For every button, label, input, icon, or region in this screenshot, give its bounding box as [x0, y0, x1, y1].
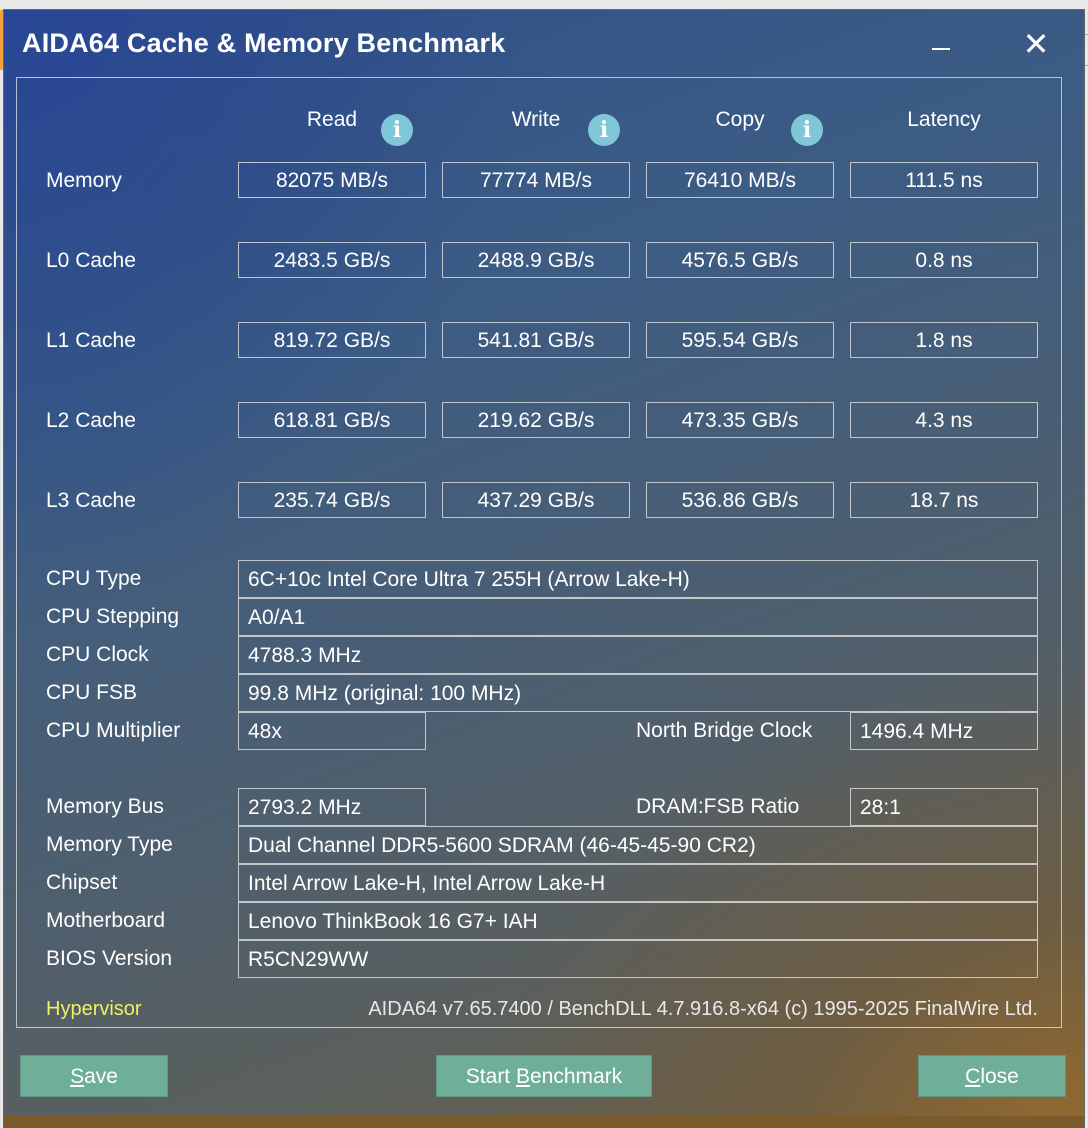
column-latency-header: Latency — [907, 108, 981, 131]
l2-write-value: 219.62 GB/s — [442, 402, 630, 438]
memory-type-value: Dual Channel DDR5-5600 SDRAM (46-45-45-9… — [238, 826, 1038, 864]
l1-copy-value: 595.54 GB/s — [646, 322, 834, 358]
cpu-clock-value: 4788.3 MHz — [238, 636, 1038, 674]
save-accelerator: S — [70, 1065, 85, 1088]
cpu-multiplier-value: 48x — [238, 712, 426, 750]
version-text: AIDA64 v7.65.7400 / BenchDLL 4.7.916.8-x… — [368, 998, 1038, 1020]
row-label-l3-cache: L3 Cache — [46, 489, 136, 512]
motherboard-label: Motherboard — [46, 909, 166, 932]
l0-read-value: 2483.5 GB/s — [238, 242, 426, 278]
motherboard-value: Lenovo ThinkBook 16 G7+ IAH — [238, 902, 1038, 940]
l0-copy-value: 4576.5 GB/s — [646, 242, 834, 278]
window-close-button[interactable]: ✕ — [1012, 24, 1060, 64]
read-info-icon[interactable]: i — [381, 114, 413, 146]
dram-fsb-ratio-label: DRAM:FSB Ratio — [636, 795, 800, 818]
cpu-stepping-label: CPU Stepping — [46, 605, 180, 628]
start-label-first: Start — [465, 1065, 516, 1088]
l1-write-value: 541.81 GB/s — [442, 322, 630, 358]
north-bridge-clock-label: North Bridge Clock — [636, 719, 813, 742]
l2-read-value: 618.81 GB/s — [238, 402, 426, 438]
memory-bus-label: Memory Bus — [46, 795, 164, 818]
bios-version-label: BIOS Version — [46, 947, 173, 970]
cpu-fsb-label: CPU FSB — [46, 681, 138, 704]
memory-write-value: 77774 MB/s — [442, 162, 630, 198]
save-button[interactable]: Save — [20, 1055, 168, 1097]
row-label-l2-cache: L2 Cache — [46, 409, 136, 432]
minimize-button[interactable] — [916, 24, 964, 64]
l3-latency-value: 18.7 ns — [850, 482, 1038, 518]
row-label-l0-cache: L0 Cache — [46, 249, 136, 272]
start-label-rest: enchmark — [530, 1065, 623, 1088]
l3-copy-value: 536.86 GB/s — [646, 482, 834, 518]
window-bottom-border — [4, 1116, 1084, 1128]
memory-read-value: 82075 MB/s — [238, 162, 426, 198]
background-window-strip — [1084, 34, 1088, 66]
memory-latency-value: 111.5 ns — [850, 162, 1038, 198]
dram-fsb-ratio-value: 28:1 — [850, 788, 1038, 826]
chipset-value: Intel Arrow Lake-H, Intel Arrow Lake-H — [238, 864, 1038, 902]
l3-write-value: 437.29 GB/s — [442, 482, 630, 518]
cpu-type-value: 6C+10c Intel Core Ultra 7 255H (Arrow La… — [238, 560, 1038, 598]
l1-read-value: 819.72 GB/s — [238, 322, 426, 358]
cpu-type-label: CPU Type — [46, 567, 142, 590]
cpu-clock-label: CPU Clock — [46, 643, 149, 666]
l2-latency-value: 4.3 ns — [850, 402, 1038, 438]
cpu-multiplier-label: CPU Multiplier — [46, 719, 181, 742]
close-label-rest: lose — [980, 1065, 1019, 1088]
window-title: AIDA64 Cache & Memory Benchmark — [22, 28, 506, 58]
start-accelerator: B — [515, 1065, 530, 1088]
l1-latency-value: 1.8 ns — [850, 322, 1038, 358]
l2-copy-value: 473.35 GB/s — [646, 402, 834, 438]
hypervisor-link[interactable]: Hypervisor — [46, 998, 142, 1021]
l0-latency-value: 0.8 ns — [850, 242, 1038, 278]
l0-write-value: 2488.9 GB/s — [442, 242, 630, 278]
start-benchmark-button[interactable]: Start Benchmark — [436, 1055, 652, 1097]
l3-read-value: 235.74 GB/s — [238, 482, 426, 518]
row-label-l1-cache: L1 Cache — [46, 329, 136, 352]
close-accelerator: C — [965, 1065, 981, 1088]
memory-type-label: Memory Type — [46, 833, 173, 856]
memory-bus-value: 2793.2 MHz — [238, 788, 426, 826]
chipset-label: Chipset — [46, 871, 118, 894]
bios-version-value: R5CN29WW — [238, 940, 1038, 978]
row-label-memory: Memory — [46, 169, 122, 192]
save-label-rest: ave — [84, 1065, 118, 1088]
close-button[interactable]: Close — [918, 1055, 1066, 1097]
memory-copy-value: 76410 MB/s — [646, 162, 834, 198]
copy-info-icon[interactable]: i — [791, 114, 823, 146]
write-info-icon[interactable]: i — [588, 114, 620, 146]
north-bridge-clock-value: 1496.4 MHz — [850, 712, 1038, 750]
cpu-fsb-value: 99.8 MHz (original: 100 MHz) — [238, 674, 1038, 712]
cpu-stepping-value: A0/A1 — [238, 598, 1038, 636]
